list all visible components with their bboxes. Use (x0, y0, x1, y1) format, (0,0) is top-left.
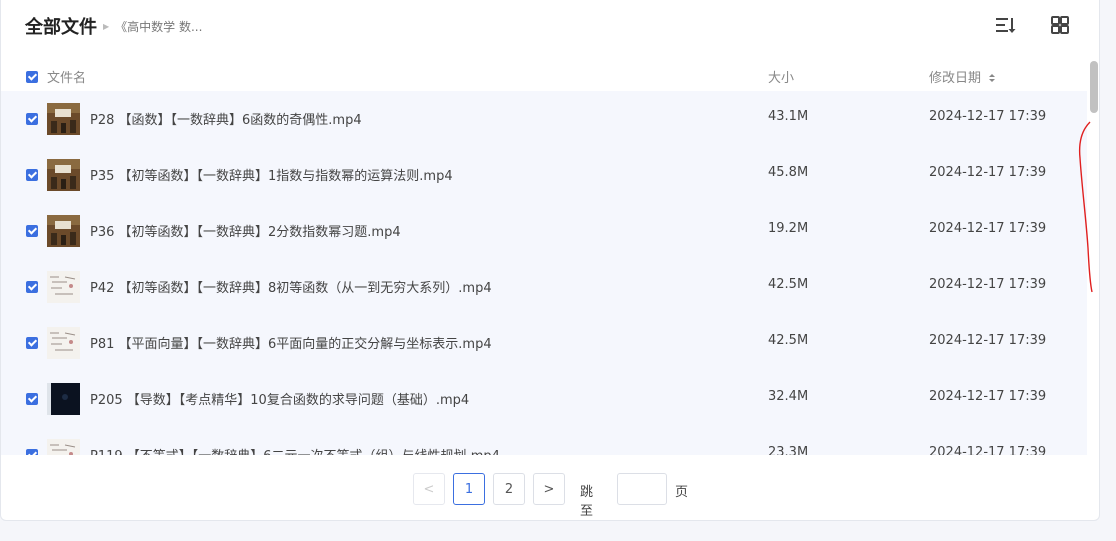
file-name[interactable]: P28 【函数】【一数辞典】6函数的奇偶性.mp4 (90, 109, 362, 128)
file-row[interactable]: P42 【初等函数】【一数辞典】8初等函数（从一到无穷大系列）.mp4 42.5M… (1, 259, 1087, 315)
page-suffix: 页 (675, 485, 689, 500)
file-panel: 全部文件 ▶ 《高中数学 数... 文件名 大小 修改日期 P28 【函数】【一… (0, 0, 1100, 521)
column-date[interactable]: 修改日期 (929, 67, 996, 86)
file-size: 42.5M (768, 333, 809, 348)
header: 全部文件 ▶ 《高中数学 数... (25, 11, 202, 41)
column-header: 文件名 大小 修改日期 (1, 59, 1087, 91)
row-checkbox[interactable] (26, 449, 38, 455)
file-name[interactable]: P205 【导数】【考点精华】10复合函数的求导问题（基础）.mp4 (90, 389, 469, 408)
jump-page-input[interactable] (617, 473, 667, 505)
file-size: 19.2M (768, 221, 809, 236)
file-date: 2024-12-17 17:39 (929, 277, 1047, 292)
file-row[interactable]: P81 【平面向量】【一数辞典】6平面向量的正交分解与坐标表示.mp4 42.5M… (1, 315, 1087, 371)
file-date: 2024-12-17 17:39 (929, 165, 1047, 180)
row-checkbox[interactable] (26, 225, 38, 237)
file-date: 2024-12-17 17:39 (929, 445, 1047, 455)
page-2-button[interactable]: 2 (493, 473, 525, 505)
column-date-label: 修改日期 (929, 71, 982, 86)
video-thumbnail (47, 103, 80, 135)
file-name[interactable]: P36 【初等函数】【一数辞典】2分数指数幂习题.mp4 (90, 221, 401, 240)
file-row[interactable]: P119 【不等式】【一数辞典】6二元一次不等式（组）与线性规划.mp4 23.3… (1, 427, 1087, 455)
select-all-checkbox[interactable] (26, 71, 38, 83)
column-name[interactable]: 文件名 (47, 67, 86, 86)
video-thumbnail (47, 271, 80, 303)
video-thumbnail (47, 383, 80, 415)
file-size: 45.8M (768, 165, 809, 180)
video-thumbnail (47, 439, 80, 455)
file-name[interactable]: P42 【初等函数】【一数辞典】8初等函数（从一到无穷大系列）.mp4 (90, 277, 492, 296)
video-thumbnail (47, 327, 80, 359)
file-size: 32.4M (768, 389, 809, 404)
row-checkbox[interactable] (26, 113, 38, 125)
file-date: 2024-12-17 17:39 (929, 389, 1047, 404)
row-checkbox[interactable] (26, 281, 38, 293)
jump-label: 跳至 (580, 485, 594, 519)
file-date: 2024-12-17 17:39 (929, 221, 1047, 236)
file-list: P28 【函数】【一数辞典】6函数的奇偶性.mp4 43.1M 2024-12-17… (1, 91, 1087, 455)
file-name[interactable]: P35 【初等函数】【一数辞典】1指数与指数幂的运算法则.mp4 (90, 165, 453, 184)
sort-list-icon[interactable] (993, 13, 1017, 37)
file-row[interactable]: P28 【函数】【一数辞典】6函数的奇偶性.mp4 43.1M 2024-12-17… (1, 91, 1087, 147)
video-thumbnail (47, 215, 80, 247)
next-page-button[interactable]: > (533, 473, 565, 505)
file-row[interactable]: P36 【初等函数】【一数辞典】2分数指数幂习题.mp4 19.2M 2024-12… (1, 203, 1087, 259)
column-size[interactable]: 大小 (768, 67, 794, 86)
sort-caret-icon (989, 74, 996, 82)
breadcrumb[interactable]: 《高中数学 数... (115, 18, 202, 35)
file-name[interactable]: P81 【平面向量】【一数辞典】6平面向量的正交分解与坐标表示.mp4 (90, 333, 492, 352)
row-checkbox[interactable] (26, 393, 38, 405)
grid-view-icon[interactable] (1048, 13, 1072, 37)
file-name[interactable]: P119 【不等式】【一数辞典】6二元一次不等式（组）与线性规划.mp4 (90, 445, 500, 455)
page-1-button[interactable]: 1 (453, 473, 485, 505)
file-size: 43.1M (768, 109, 809, 124)
prev-page-button[interactable]: < (413, 473, 445, 505)
row-checkbox[interactable] (26, 337, 38, 349)
video-thumbnail (47, 159, 80, 191)
file-size: 23.3M (768, 445, 809, 455)
file-row[interactable]: P205 【导数】【考点精华】10复合函数的求导问题（基础）.mp4 32.4M 2… (1, 371, 1087, 427)
scrollbar-thumb[interactable] (1090, 61, 1098, 113)
row-checkbox[interactable] (26, 169, 38, 181)
file-date: 2024-12-17 17:39 (929, 333, 1047, 348)
file-size: 42.5M (768, 277, 809, 292)
page-title[interactable]: 全部文件 (25, 13, 97, 39)
file-row[interactable]: P35 【初等函数】【一数辞典】1指数与指数幂的运算法则.mp4 45.8M 202… (1, 147, 1087, 203)
red-annotation-stroke (1078, 121, 1093, 293)
caret-right-icon: ▶ (103, 21, 110, 31)
file-date: 2024-12-17 17:39 (929, 109, 1047, 124)
